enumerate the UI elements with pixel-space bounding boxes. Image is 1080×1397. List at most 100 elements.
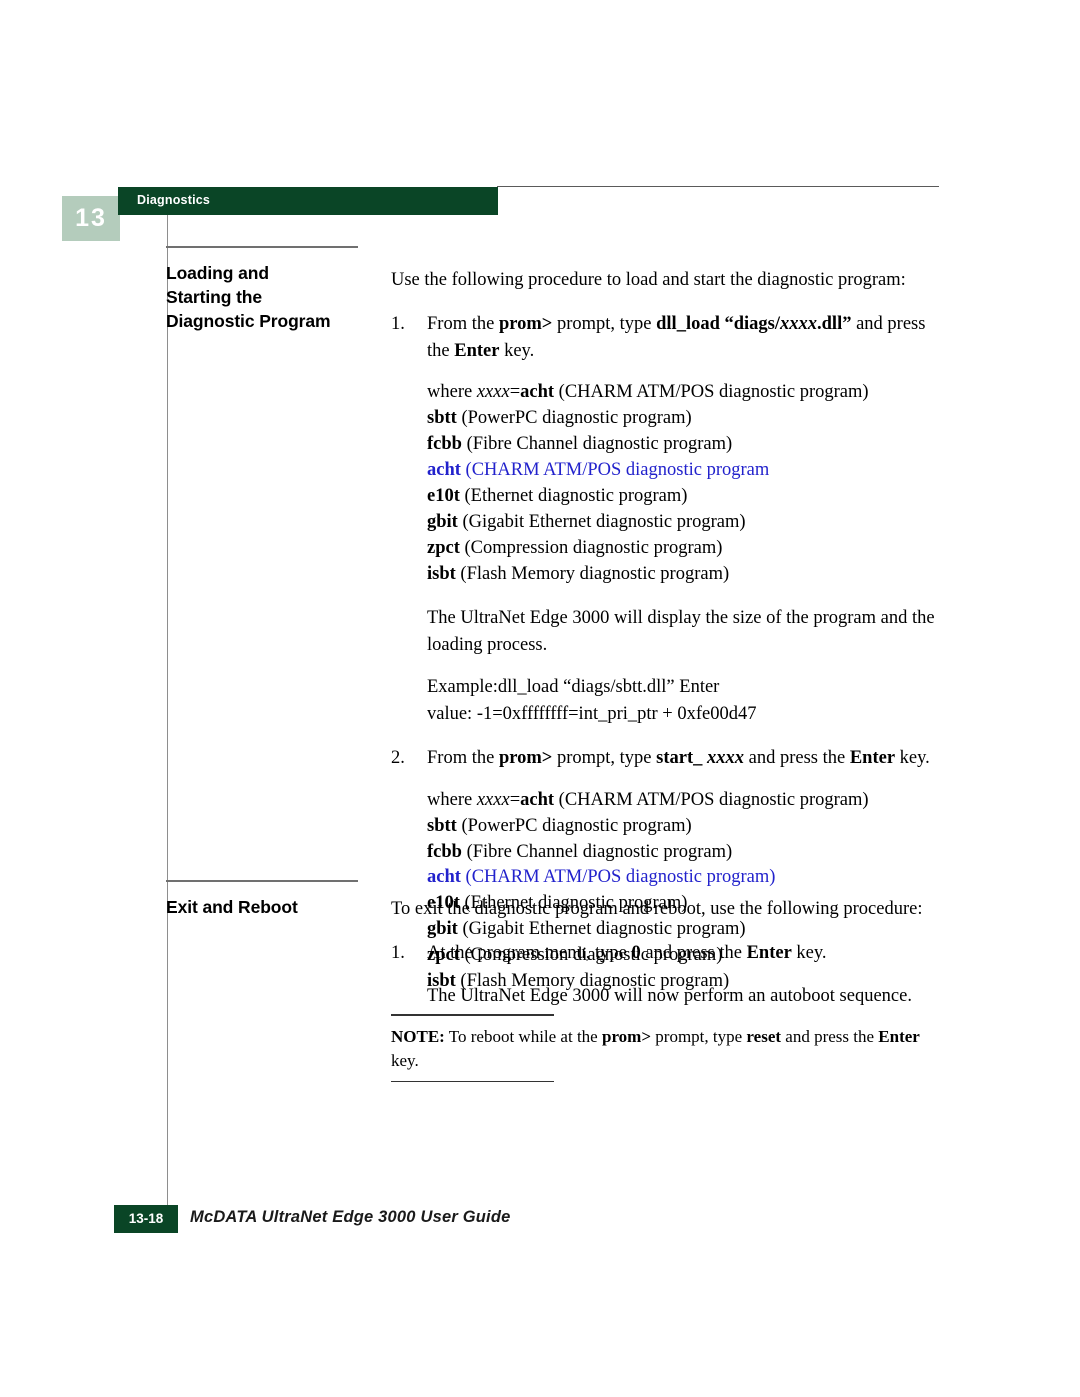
- program-code: e10t: [427, 485, 460, 506]
- program-description: (Ethernet diagnostic program): [459, 485, 688, 506]
- exit-autoboot-paragraph: The UltraNet Edge 3000 will now perform …: [427, 985, 912, 1006]
- exit-step-1-text-c: key.: [791, 943, 827, 964]
- loading-step-2-text-a: From the: [427, 748, 499, 769]
- exit-step-1-text-a: At the program menu, type: [427, 943, 632, 964]
- program-list-row: fcbb (Fibre Channel diagnostic program): [427, 840, 939, 866]
- program-list-row: zpct (Compression diagnostic program): [427, 536, 939, 562]
- program-list-row: acht (CHARM ATM/POS diagnostic program: [427, 458, 939, 484]
- diagnostic-program-list-1: where xxxx=acht (CHARM ATM/POS diagnosti…: [391, 380, 939, 587]
- note-rule-bottom: [391, 1080, 554, 1083]
- where-equals: =: [509, 382, 521, 403]
- program-code: zpct: [427, 537, 460, 558]
- loading-step-2-text-d: key.: [895, 748, 930, 769]
- loading-example-block: Example:dll_load “diags/sbtt.dll” Enter …: [391, 674, 939, 727]
- section-heading-exit: Exit and Reboot: [166, 880, 366, 919]
- where-prefix: where: [427, 789, 477, 810]
- loading-step-2-xxxx: xxxx: [706, 748, 744, 769]
- program-list-row: acht (CHARM ATM/POS diagnostic program): [427, 865, 939, 891]
- section-title-loading: Loading and Starting the Diagnostic Prog…: [166, 261, 366, 333]
- loading-step-2-enter: Enter: [849, 748, 896, 769]
- note-rule-top: [391, 1014, 554, 1016]
- loading-example-line-2: value: -1=0xffffffff=int_pri_ptr + 0xfe0…: [427, 703, 757, 724]
- program-list-row: sbtt (PowerPC diagnostic program): [427, 406, 939, 432]
- program-description: (Flash Memory diagnostic program): [455, 563, 730, 584]
- exit-intro-paragraph: To exit the diagnostic program and reboo…: [391, 899, 923, 919]
- program-list-row: sbtt (PowerPC diagnostic program): [427, 814, 939, 840]
- loading-step-1-text-a: From the: [427, 314, 499, 335]
- loading-step-1-command: dll_load “diags/: [656, 314, 781, 335]
- loading-intro-paragraph: Use the following procedure to load and …: [391, 270, 906, 290]
- where-prefix: where: [427, 382, 477, 403]
- footer-document-title: McDATA UltraNet Edge 3000 User Guide: [190, 1208, 511, 1226]
- exit-step-1-zero: 0: [631, 943, 641, 964]
- where-equals: =: [509, 789, 521, 810]
- program-code: sbtt: [427, 815, 457, 836]
- program-code: gbit: [427, 511, 458, 532]
- footer-page-number-badge: 13-18: [114, 1205, 178, 1233]
- content-left-vertical-rule: [167, 215, 168, 1225]
- loading-step-2-prom: prom>: [498, 748, 553, 769]
- program-description: (Gigabit Ethernet diagnostic program): [457, 511, 746, 532]
- loading-step-2-command: start_: [656, 748, 707, 769]
- program-code: sbtt: [427, 408, 457, 429]
- program-code: acht: [520, 789, 555, 810]
- section-title-line-3: Diagnostic Program: [166, 311, 331, 332]
- exit-section-body: To exit the diagnostic program and reboo…: [391, 896, 939, 1025]
- loading-step-2-text-b: prompt, type: [552, 748, 657, 769]
- note-reset: reset: [746, 1026, 782, 1046]
- loading-step-2: 2. From the prom> prompt, type start_ xx…: [391, 745, 939, 771]
- program-code: acht: [520, 382, 555, 403]
- loading-step-1-text-d: key.: [499, 340, 535, 361]
- note-label: NOTE:: [391, 1026, 445, 1046]
- note-text-c: and press the: [781, 1026, 879, 1046]
- loading-step-1-command-end: .dll”: [817, 314, 852, 335]
- loading-step-1-prom: prom>: [498, 314, 553, 335]
- note-text-d: key.: [391, 1051, 419, 1071]
- section-title-line-2: Starting the: [166, 287, 263, 308]
- loading-step-1-number: 1.: [391, 314, 405, 335]
- where-xxxx: xxxx: [476, 789, 510, 810]
- program-list-row: where xxxx=acht (CHARM ATM/POS diagnosti…: [427, 788, 939, 814]
- exit-step-1-enter: Enter: [746, 943, 792, 964]
- program-code: acht: [427, 867, 461, 888]
- section-title-line-1: Loading and: [166, 263, 269, 283]
- note-text-a: To reboot while at the: [444, 1026, 602, 1046]
- program-description: (CHARM ATM/POS diagnostic program): [554, 789, 869, 810]
- program-list-row: where xxxx=acht (CHARM ATM/POS diagnosti…: [427, 380, 939, 406]
- program-description: (CHARM ATM/POS diagnostic program): [554, 382, 869, 403]
- section-title-exit: Exit and Reboot: [166, 897, 298, 917]
- loading-display-paragraph: The UltraNet Edge 3000 will display the …: [427, 608, 935, 655]
- loading-step-1: 1. From the prom> prompt, type dll_load …: [391, 311, 939, 364]
- note-text-b: prompt, type: [651, 1026, 747, 1046]
- section-heading-loading: Loading and Starting the Diagnostic Prog…: [166, 246, 366, 333]
- header-rule: [497, 186, 939, 187]
- loading-step-1-text-b: prompt, type: [552, 314, 657, 335]
- loading-step-1-xxxx: xxxx: [780, 314, 818, 335]
- where-xxxx: xxxx: [476, 382, 510, 403]
- program-code: fcbb: [427, 434, 462, 455]
- loading-step-1-enter: Enter: [454, 340, 500, 361]
- chapter-number-tab: 13: [62, 196, 120, 241]
- program-description: (Compression diagnostic program): [459, 537, 723, 558]
- exit-step-1-number: 1.: [391, 943, 405, 964]
- loading-example-line-1: Example:dll_load “diags/sbtt.dll” Enter: [427, 677, 720, 698]
- loading-step-2-text-c: and press the: [743, 748, 850, 769]
- note-block: NOTE: To reboot while at the prom> promp…: [391, 1014, 939, 1083]
- program-description: (PowerPC diagnostic program): [456, 408, 692, 429]
- program-list-row: isbt (Flash Memory diagnostic program): [427, 562, 939, 588]
- note-enter: Enter: [878, 1026, 920, 1046]
- exit-step-1: 1. At the program menu, type 0 and press…: [391, 940, 939, 966]
- note-prom: prom>: [601, 1026, 652, 1046]
- section-rule: [166, 246, 358, 248]
- program-list-row: fcbb (Fibre Channel diagnostic program): [427, 432, 939, 458]
- program-list-row: e10t (Ethernet diagnostic program): [427, 484, 939, 510]
- program-description: (Fibre Channel diagnostic program): [461, 434, 733, 455]
- program-description: (PowerPC diagnostic program): [456, 815, 692, 836]
- program-description: (Fibre Channel diagnostic program): [461, 841, 733, 862]
- program-list-row: gbit (Gigabit Ethernet diagnostic progra…: [427, 510, 939, 536]
- program-description: (CHARM ATM/POS diagnostic program): [460, 867, 776, 888]
- section-rule: [166, 880, 358, 882]
- exit-step-1-text-b: and press the: [640, 943, 747, 964]
- running-head-label: Diagnostics: [137, 193, 211, 207]
- note-text: NOTE: To reboot while at the prom> promp…: [391, 1025, 939, 1074]
